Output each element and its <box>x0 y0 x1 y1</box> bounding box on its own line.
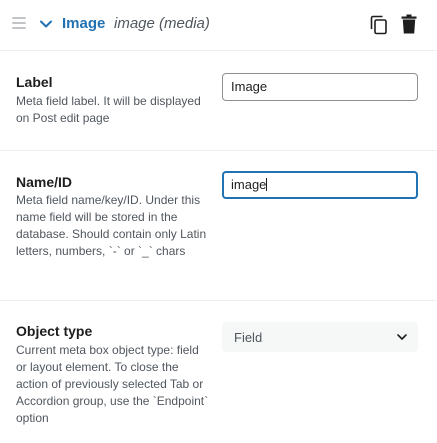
name-row-description: Meta field name/key/ID. Under this name … <box>16 193 207 258</box>
label-row-title: Label <box>16 74 53 90</box>
name-row-title: Name/ID <box>16 174 73 190</box>
divider <box>0 150 437 151</box>
chevron-down-icon <box>397 334 407 340</box>
copy-icon[interactable] <box>370 15 388 35</box>
text-caret <box>266 178 268 191</box>
meta-field-panel: Image image (media) Label Meta field lab… <box>0 0 437 443</box>
divider <box>0 300 437 301</box>
object-type-select[interactable]: Field <box>222 322 418 352</box>
divider <box>0 50 437 51</box>
object-type-row-title: Object type <box>16 323 93 339</box>
drag-handle-icon[interactable] <box>12 17 26 29</box>
object-type-row-description: Current meta box object type: field or l… <box>16 343 209 425</box>
label-input[interactable]: Image <box>222 73 418 101</box>
field-title[interactable]: Image <box>62 15 105 32</box>
chevron-down-icon[interactable] <box>38 16 54 32</box>
name-id-input[interactable]: image <box>222 171 418 199</box>
label-row-description: Meta field label. It will be displayed o… <box>16 94 201 125</box>
field-type-label: image (media) <box>114 15 210 32</box>
name-id-value: image <box>231 177 267 192</box>
field-header: Image image (media) <box>0 0 437 50</box>
object-type-selected-value: Field <box>234 330 263 345</box>
trash-icon[interactable] <box>401 14 417 34</box>
